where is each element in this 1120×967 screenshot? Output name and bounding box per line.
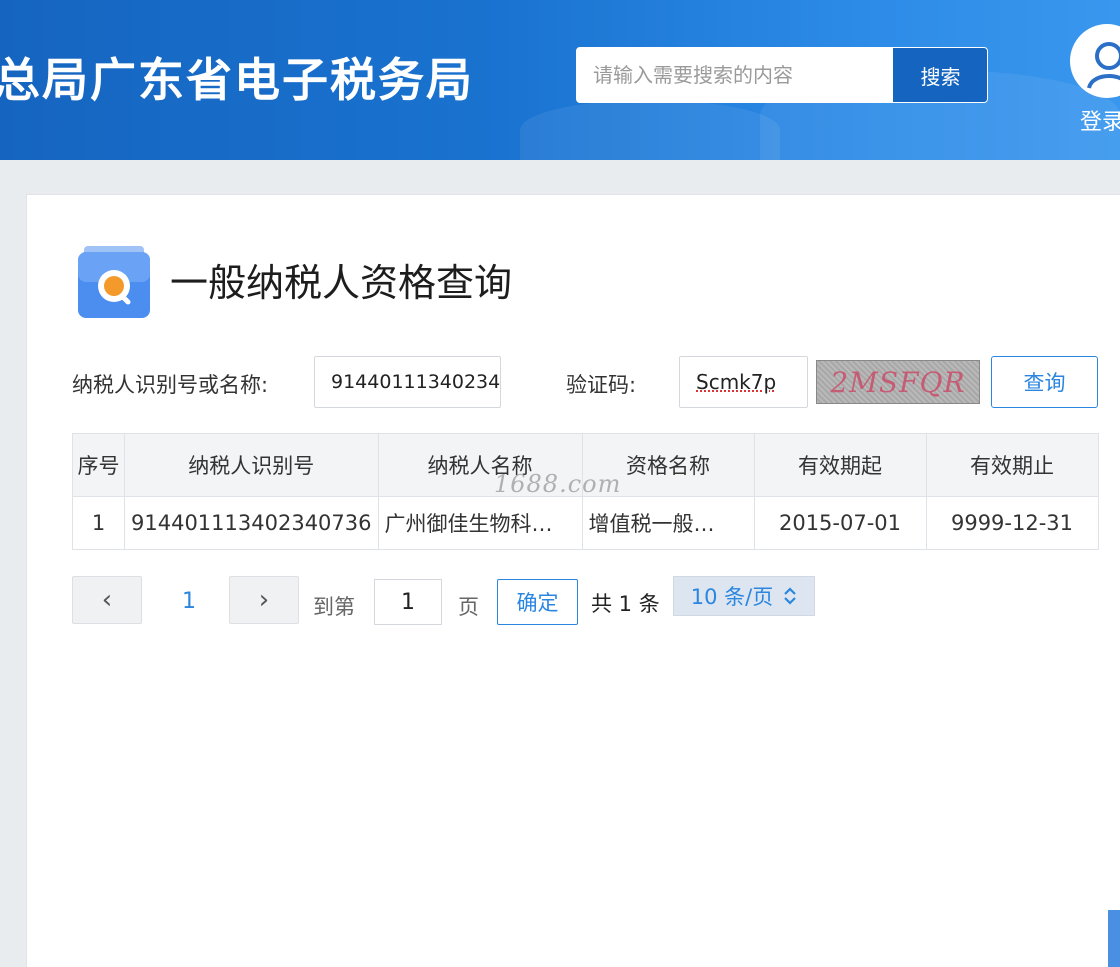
user-icon: [1087, 42, 1120, 89]
column-header: 有效期止: [925, 433, 1099, 497]
next-page-button[interactable]: ›: [229, 576, 299, 624]
search-document-icon: [78, 246, 150, 318]
captcha-label: 验证码:: [566, 373, 637, 397]
total-count: 共 1 条: [591, 592, 660, 616]
search-input[interactable]: [577, 48, 893, 102]
goto-page-input[interactable]: [374, 579, 442, 625]
captcha-image-text: 2MSFQR: [830, 365, 966, 399]
avatar[interactable]: [1070, 24, 1120, 98]
taxpayer-id-input[interactable]: [314, 356, 501, 408]
table-cell: 2015-07-01: [753, 496, 927, 550]
chevron-left-icon: ‹: [101, 585, 113, 615]
query-button[interactable]: 查询: [991, 356, 1098, 408]
search-button[interactable]: 搜索: [893, 48, 987, 102]
sort-toggle-icon: [784, 587, 797, 605]
confirm-button[interactable]: 确定: [497, 579, 578, 625]
chevron-right-icon: ›: [258, 585, 270, 615]
column-header: 有效期起: [753, 433, 927, 497]
column-header: 纳税人识别号: [124, 433, 379, 497]
search-bar: 搜索: [576, 47, 988, 103]
captcha-image[interactable]: 2MSFQR: [816, 360, 980, 404]
site-header: 总局广东省电子税务局 搜索 登录: [0, 0, 1120, 160]
table-cell: 9999-12-31: [925, 496, 1099, 550]
page-size-value: 10 条/页: [690, 585, 774, 609]
column-header: 序号: [72, 433, 125, 497]
page-size-select[interactable]: 10 条/页: [673, 576, 815, 616]
goto-label: 到第: [313, 595, 355, 619]
page-number[interactable]: 1: [182, 589, 196, 614]
header-decoration: [520, 100, 780, 160]
table-row: 1 914401113402340736 广州御佳生物科… 增值税一般… 201…: [72, 496, 1099, 550]
site-title: 总局广东省电子税务局: [0, 53, 474, 107]
captcha-input[interactable]: [679, 356, 808, 408]
table-cell: 增值税一般…: [581, 496, 755, 550]
page-title: 一般纳税人资格查询: [170, 261, 513, 305]
prev-page-button[interactable]: ‹: [72, 576, 142, 624]
login-link[interactable]: 登录: [1080, 104, 1120, 136]
scrollbar[interactable]: [1108, 910, 1120, 967]
table-cell: 1: [72, 496, 125, 550]
table-cell: 广州御佳生物科…: [377, 496, 583, 550]
table-cell: 914401113402340736: [124, 496, 379, 550]
page-suffix-label: 页: [458, 595, 479, 619]
taxpayer-label: 纳税人识别号或名称:: [72, 373, 269, 397]
watermark: 1688.com: [494, 470, 622, 498]
